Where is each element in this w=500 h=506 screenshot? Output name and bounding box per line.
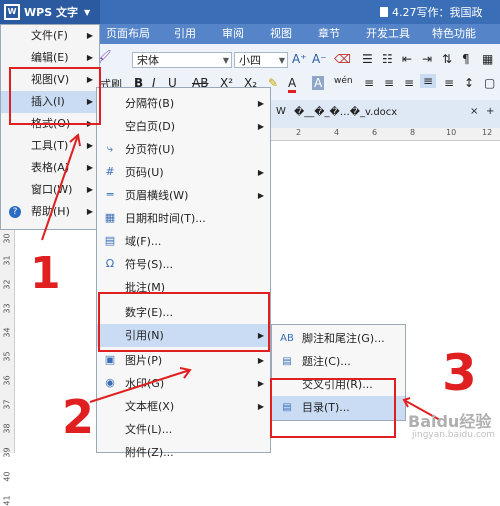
arrow-line [89,369,191,403]
arrow-line [41,134,79,241]
annotation-arrows [41,133,441,421]
ruler-tick: 41 [2,495,12,506]
watermark-subtext: jingyan.baidu.com [412,430,496,440]
ruler-tick: 40 [2,471,12,482]
watermark-text: Baidu经验 [408,412,492,431]
